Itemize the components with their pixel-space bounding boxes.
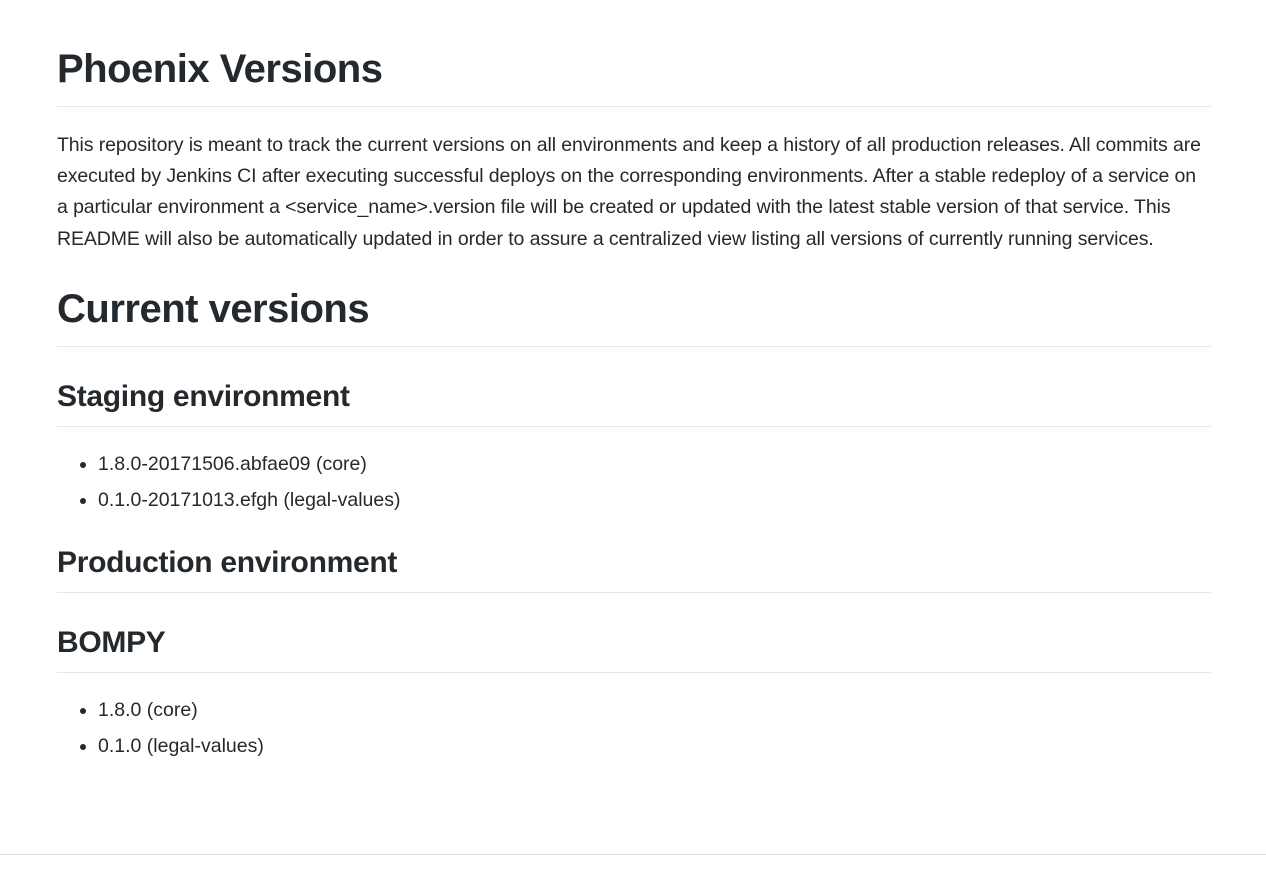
list-item: 0.1.0-20171013.efgh (legal-values) xyxy=(98,486,1211,514)
production-environment-heading: Production environment xyxy=(57,543,1211,593)
list-item: 0.1.0 (legal-values) xyxy=(98,732,1211,760)
bompy-heading: BOMPY xyxy=(57,623,1211,673)
intro-paragraph: This repository is meant to track the cu… xyxy=(57,134,1201,250)
current-versions-heading: Current versions xyxy=(57,284,1211,347)
list-item: 1.8.0-20171506.abfae09 (core) xyxy=(98,450,1211,478)
footer-divider xyxy=(0,854,1266,855)
staging-version-list: 1.8.0-20171506.abfae09 (core) 0.1.0-2017… xyxy=(57,450,1211,514)
readme-content: Phoenix Versions This repository is mean… xyxy=(57,0,1211,768)
staging-environment-heading: Staging environment xyxy=(57,377,1211,427)
list-item: 1.8.0 (core) xyxy=(98,696,1211,724)
bompy-version-list: 1.8.0 (core) 0.1.0 (legal-values) xyxy=(57,696,1211,760)
page-title: Phoenix Versions xyxy=(57,0,1211,107)
